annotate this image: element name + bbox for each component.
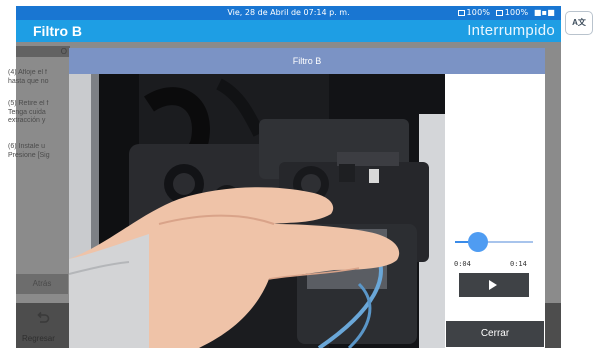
back-button[interactable]: Atrás xyxy=(16,274,68,294)
step-line: (6) Instale u xyxy=(8,143,45,150)
status-indicators: 100% 100% ■▪■ xyxy=(457,8,555,17)
video-frame-image xyxy=(69,74,445,348)
step-line: Tenga cuida xyxy=(8,108,46,116)
language-button[interactable]: A文 xyxy=(566,12,592,34)
title-bar: Filtro B Interrumpido xyxy=(16,20,561,42)
battery-icon xyxy=(457,10,465,16)
progress-slider[interactable] xyxy=(455,232,533,252)
background-header: O xyxy=(16,46,70,57)
step-line: extracción y xyxy=(8,117,46,124)
battery-icon-2 xyxy=(495,10,503,16)
total-time: 0:14 xyxy=(510,260,527,268)
page-title: Filtro B xyxy=(33,23,82,39)
language-icon: A文 xyxy=(572,18,586,27)
video-controls: 0:04 0:14 Cerrar xyxy=(445,74,545,348)
screen: Vie, 28 de Abril de 07:14 p. m. 100% 100… xyxy=(0,0,596,348)
return-icon xyxy=(37,311,50,323)
step-line: hasta que no xyxy=(8,77,49,85)
close-button[interactable]: Cerrar xyxy=(446,321,544,347)
current-time: 0:04 xyxy=(454,260,471,268)
return-label: Regresar xyxy=(22,334,55,343)
play-button[interactable] xyxy=(459,273,529,297)
step-line: Presione [Sig xyxy=(8,151,50,159)
battery-1-level: 100% xyxy=(466,8,491,17)
dialog-title: Filtro B xyxy=(69,48,545,74)
background-step-6: (6) Instale u Presione [Sig xyxy=(8,143,70,160)
background-step-4: (4) Afloje el f hasta que no xyxy=(8,69,70,86)
return-button[interactable]: Regresar xyxy=(16,303,70,348)
step-line: (5) Retire el f xyxy=(8,100,49,107)
run-status: Interrumpido xyxy=(467,22,555,39)
background-step-5: (5) Retire el f Tenga cuida extracción y xyxy=(8,100,70,126)
connection-icons: ■▪■ xyxy=(533,8,555,17)
play-icon xyxy=(489,280,497,290)
video-player[interactable] xyxy=(69,74,445,348)
slider-thumb[interactable] xyxy=(467,232,488,252)
status-bar: Vie, 28 de Abril de 07:14 p. m. 100% 100… xyxy=(16,6,561,20)
video-dialog: Filtro B 0:04 0:14 Cerrar xyxy=(69,48,545,348)
battery-2-level: 100% xyxy=(504,8,529,17)
step-line: (4) Afloje el f xyxy=(8,69,47,76)
